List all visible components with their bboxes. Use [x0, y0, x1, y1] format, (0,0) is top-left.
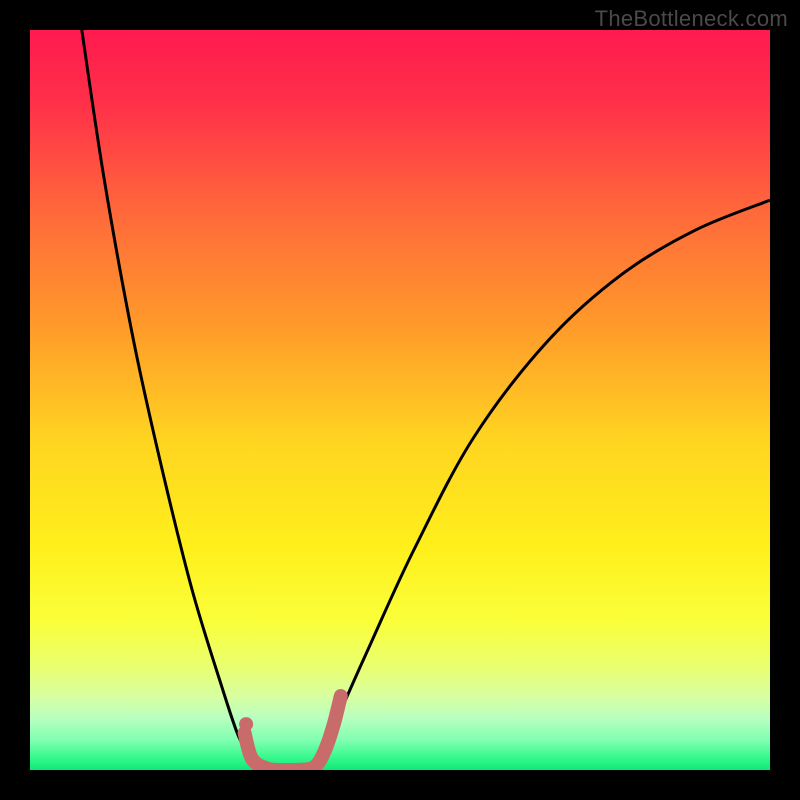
- watermark-text: TheBottleneck.com: [595, 6, 788, 32]
- curve-right-branch: [311, 200, 770, 770]
- accent-dot-icon: [239, 717, 253, 731]
- chart-frame: [30, 30, 770, 770]
- accent-window-stroke: [245, 696, 341, 770]
- bottleneck-curve: [30, 30, 770, 770]
- curve-left-branch: [82, 30, 256, 770]
